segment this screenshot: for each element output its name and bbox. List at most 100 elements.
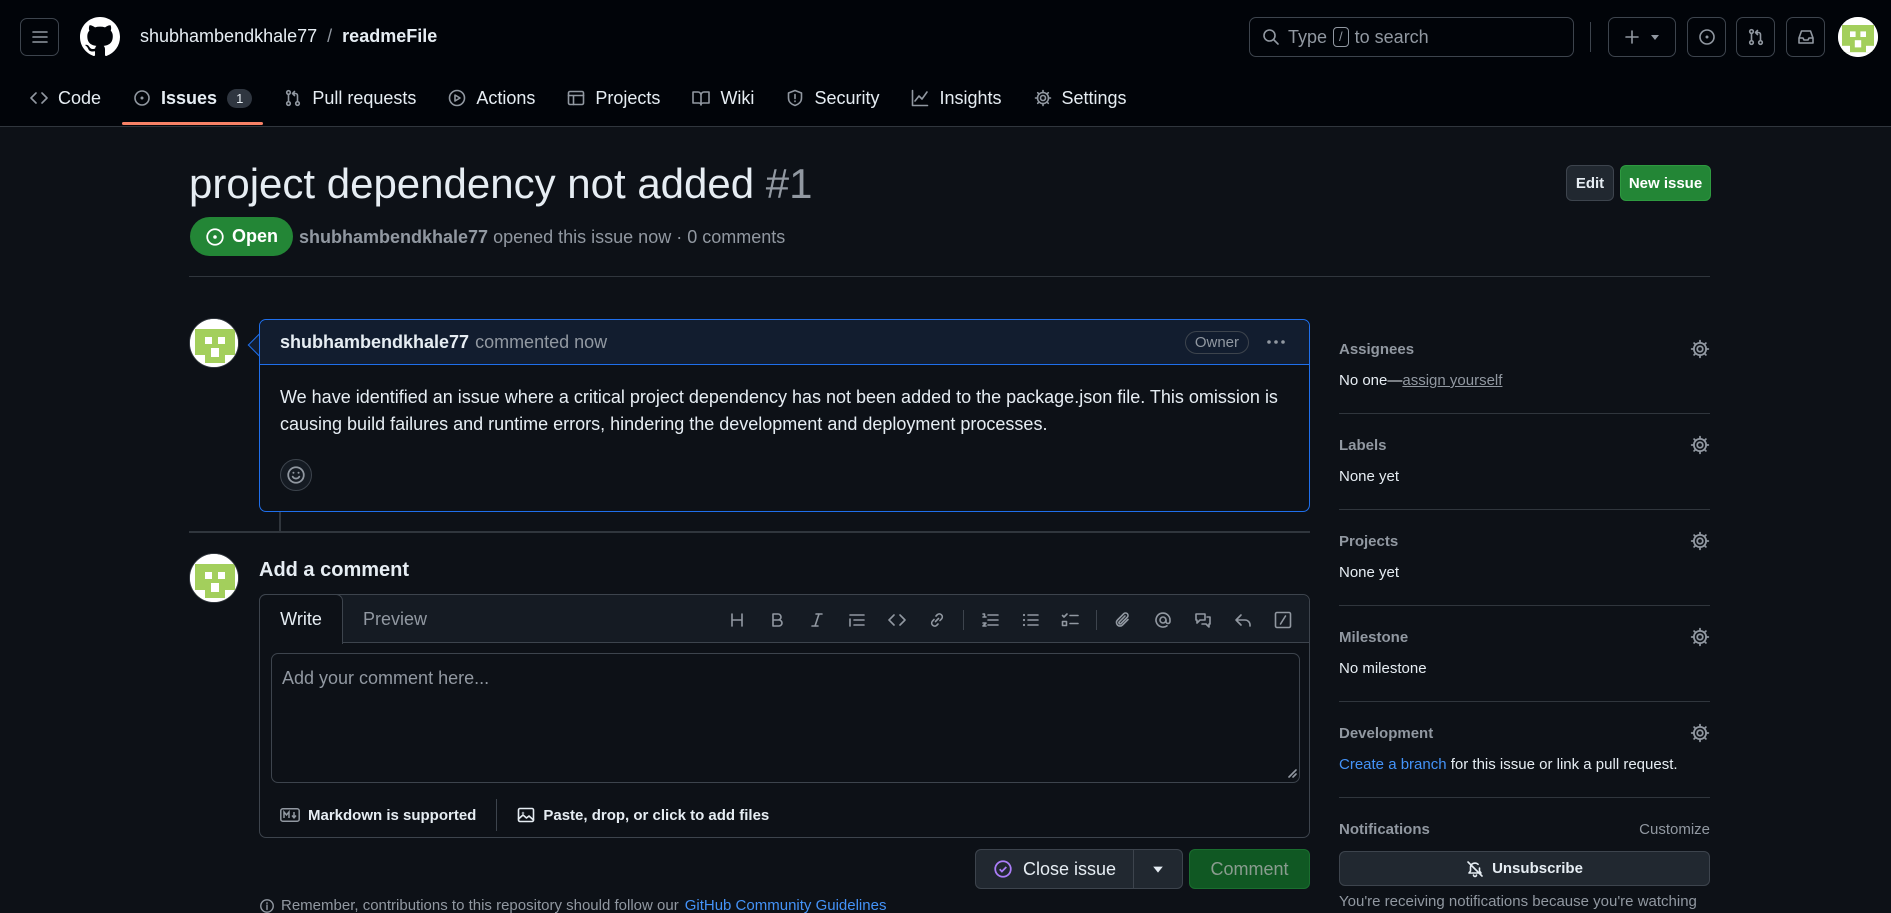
tab-issues[interactable]: Issues 1 bbox=[122, 80, 264, 125]
global-header: shubhambendkhale77 / readmeFile Type / t… bbox=[0, 0, 1891, 127]
slash-command-icon[interactable] bbox=[1263, 605, 1303, 635]
unsubscribe-button[interactable]: Unsubscribe bbox=[1339, 851, 1710, 886]
mention-icon[interactable] bbox=[1143, 605, 1183, 635]
code-icon[interactable] bbox=[877, 605, 917, 635]
editor-tabs: Write Preview bbox=[259, 594, 1309, 644]
composer-avatar[interactable] bbox=[189, 553, 239, 603]
owner-badge: Owner bbox=[1184, 331, 1249, 354]
tab-actions[interactable]: Actions bbox=[437, 80, 546, 116]
guidelines-link[interactable]: GitHub Community Guidelines bbox=[685, 897, 887, 913]
sidebar-divider bbox=[1339, 605, 1710, 606]
sidebar-divider bbox=[1339, 413, 1710, 414]
notifications-note: You're receiving notifications because y… bbox=[1339, 893, 1697, 910]
assign-yourself-link[interactable]: assign yourself bbox=[1402, 372, 1502, 389]
italic-icon[interactable] bbox=[797, 605, 837, 635]
development-heading: Development bbox=[1339, 725, 1434, 742]
new-issue-button[interactable]: New issue bbox=[1620, 165, 1711, 201]
link-icon[interactable] bbox=[917, 605, 957, 635]
add-reaction-button[interactable] bbox=[280, 459, 312, 491]
gear-icon[interactable] bbox=[1690, 435, 1710, 455]
user-avatar[interactable] bbox=[1838, 17, 1878, 57]
issue-author-link[interactable]: shubhambendkhale77 bbox=[299, 227, 488, 247]
shield-icon bbox=[786, 89, 804, 107]
issue-meta-text: opened this issue now · 0 comments bbox=[493, 227, 786, 247]
tab-pull-requests[interactable]: Pull requests bbox=[273, 80, 427, 116]
tab-insights-label: Insights bbox=[939, 87, 1002, 108]
customize-link[interactable]: Customize bbox=[1639, 821, 1710, 838]
search-placeholder-suffix: to search bbox=[1354, 26, 1429, 47]
bell-slash-icon bbox=[1466, 860, 1484, 878]
heading-icon[interactable] bbox=[717, 605, 757, 635]
git-pull-request-icon bbox=[1747, 28, 1765, 46]
tab-security[interactable]: Security bbox=[775, 80, 890, 116]
reply-icon[interactable] bbox=[1223, 605, 1263, 635]
pull-requests-button[interactable] bbox=[1736, 17, 1775, 57]
tasklist-icon[interactable] bbox=[1050, 605, 1090, 635]
projects-value: None yet bbox=[1339, 564, 1400, 581]
sidebar-milestone: Milestone No milestone bbox=[1339, 627, 1710, 677]
issue-title: project dependency not added #1 bbox=[189, 160, 813, 208]
gear-icon[interactable] bbox=[1690, 339, 1710, 359]
attach-files-button[interactable]: Paste, drop, or click to add files bbox=[497, 799, 789, 831]
assignees-empty: No one— bbox=[1339, 372, 1403, 389]
header-divider bbox=[1590, 22, 1591, 52]
issues-button[interactable] bbox=[1687, 17, 1726, 57]
close-options-button[interactable] bbox=[1133, 849, 1183, 889]
markdown-supported-link[interactable]: Markdown is supported bbox=[260, 799, 496, 831]
inbox-button[interactable] bbox=[1786, 17, 1825, 57]
info-icon bbox=[259, 898, 275, 913]
kebab-horizontal-icon[interactable] bbox=[1265, 333, 1287, 351]
gear-icon bbox=[1034, 89, 1052, 107]
gear-icon[interactable] bbox=[1690, 723, 1710, 743]
cross-reference-icon[interactable] bbox=[1183, 605, 1223, 635]
tab-security-label: Security bbox=[814, 87, 880, 108]
milestone-value: No milestone bbox=[1339, 660, 1427, 677]
comment-timestamp[interactable]: commented now bbox=[475, 332, 607, 353]
comment-body: We have identified an issue where a crit… bbox=[280, 387, 1278, 434]
sidebar-divider bbox=[1339, 797, 1710, 798]
ordered-list-icon[interactable] bbox=[970, 605, 1010, 635]
unordered-list-icon[interactable] bbox=[1010, 605, 1050, 635]
sidebar-divider bbox=[1339, 509, 1710, 510]
sidebar-labels: Labels None yet bbox=[1339, 435, 1710, 485]
create-new-button[interactable] bbox=[1608, 17, 1676, 57]
quote-icon[interactable] bbox=[837, 605, 877, 635]
tab-code[interactable]: Code bbox=[19, 80, 112, 116]
sidebar-development: Development Create a branch for this iss… bbox=[1339, 723, 1710, 773]
comment-author[interactable]: shubhambendkhale77 bbox=[280, 332, 469, 353]
edit-button[interactable]: Edit bbox=[1566, 165, 1614, 201]
issue-opened-icon bbox=[133, 89, 151, 107]
breadcrumb-owner[interactable]: shubhambendkhale77 bbox=[140, 26, 317, 47]
labels-value: None yet bbox=[1339, 468, 1400, 485]
tab-settings[interactable]: Settings bbox=[1023, 80, 1138, 116]
close-issue-button[interactable]: Close issue bbox=[975, 849, 1134, 889]
tab-write[interactable]: Write bbox=[259, 594, 343, 644]
markdown-toolbar bbox=[717, 605, 1303, 635]
comment-editor: Write Preview Add your comment here... M… bbox=[259, 594, 1310, 838]
title-divider bbox=[189, 276, 1710, 277]
tab-insights[interactable]: Insights bbox=[900, 80, 1012, 116]
paperclip-icon[interactable] bbox=[1103, 605, 1143, 635]
attach-note: Paste, drop, or click to add files bbox=[543, 806, 770, 824]
comment-textarea[interactable]: Add your comment here... bbox=[271, 653, 1300, 783]
tab-preview[interactable]: Preview bbox=[363, 609, 427, 630]
breadcrumb-repo[interactable]: readmeFile bbox=[342, 26, 437, 47]
github-logo-icon[interactable] bbox=[80, 17, 120, 57]
toolbar-separator bbox=[963, 610, 964, 630]
resize-handle-icon[interactable] bbox=[1287, 768, 1297, 778]
gear-icon[interactable] bbox=[1690, 531, 1710, 551]
comment-avatar[interactable] bbox=[189, 318, 239, 368]
search-input[interactable]: Type / to search bbox=[1249, 17, 1574, 57]
bold-icon[interactable] bbox=[757, 605, 797, 635]
create-branch-link[interactable]: Create a branch bbox=[1339, 756, 1447, 773]
add-comment-heading: Add a comment bbox=[259, 559, 410, 581]
tab-projects[interactable]: Projects bbox=[556, 80, 671, 116]
markdown-note: Markdown is supported bbox=[308, 806, 477, 824]
menu-button[interactable] bbox=[20, 18, 59, 56]
projects-heading: Projects bbox=[1339, 533, 1399, 550]
repo-nav: Code Issues 1 Pull requests Actions Proj… bbox=[0, 80, 1142, 127]
issue-title-text: project dependency not added bbox=[189, 160, 755, 207]
tab-wiki[interactable]: Wiki bbox=[681, 80, 765, 116]
comment-button[interactable]: Comment bbox=[1189, 849, 1310, 889]
gear-icon[interactable] bbox=[1690, 627, 1710, 647]
